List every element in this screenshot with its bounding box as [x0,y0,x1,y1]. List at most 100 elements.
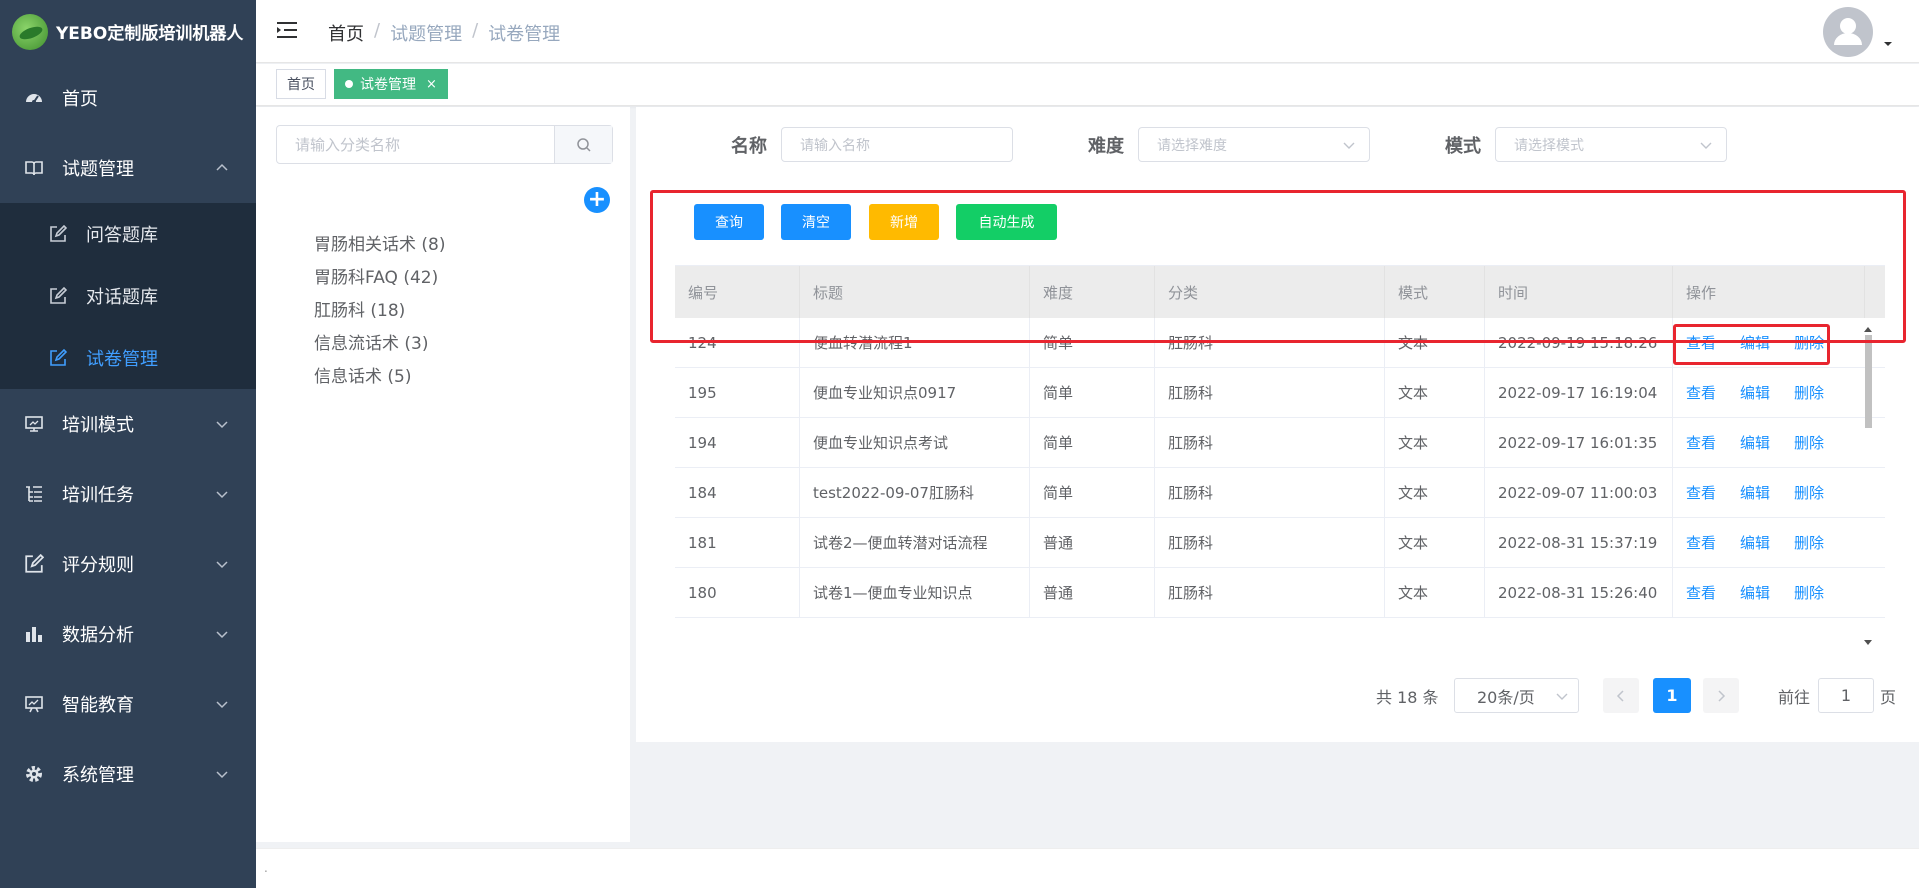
cell-category: 肛肠科 [1155,418,1385,467]
difficulty-select[interactable]: 请选择难度 [1138,127,1370,162]
search-button[interactable] [554,126,612,163]
tree-node[interactable]: 胃肠科FAQ (42) [314,262,445,295]
query-button[interactable]: 查询 [694,204,764,240]
screen-chart-icon [24,694,44,714]
tree-node[interactable]: 肛肠科 (18) [314,295,445,328]
view-link[interactable]: 查看 [1686,382,1716,403]
next-page-button[interactable] [1703,678,1739,713]
hamburger-icon[interactable] [276,20,298,40]
delete-link[interactable]: 删除 [1794,482,1824,503]
pagination-total: 共 18 条 [1376,687,1439,707]
delete-link[interactable]: 删除 [1794,332,1824,353]
mode-select[interactable]: 请选择模式 [1495,127,1727,162]
name-input[interactable]: 请输入名称 [781,127,1013,162]
breadcrumb: 首页 / 试题管理 / 试卷管理 [328,20,560,46]
submenu-question-management: 问答题库 对话题库 试卷管理 [0,203,256,389]
tree-node[interactable]: 胃肠相关话术 (8) [314,229,445,262]
column-header: 操作 [1673,266,1865,318]
close-icon[interactable]: × [426,77,437,92]
sidebar-item-label: 对话题库 [86,287,158,308]
edit-link[interactable]: 编辑 [1740,582,1770,603]
difficulty-select-placeholder: 请选择难度 [1157,137,1227,154]
view-link[interactable]: 查看 [1686,432,1716,453]
sidebar-item-label: 问答题库 [86,225,158,246]
caret-down-icon[interactable] [1883,40,1893,48]
delete-link[interactable]: 删除 [1794,582,1824,603]
cell-time: 2022-08-31 15:26:40 [1485,568,1673,617]
cell-difficulty: 简单 [1030,368,1155,417]
cell-category: 肛肠科 [1155,468,1385,517]
column-header: 时间 [1485,266,1673,318]
cell-difficulty: 普通 [1030,518,1155,567]
chevron-down-icon [216,771,228,779]
view-link[interactable]: 查看 [1686,482,1716,503]
breadcrumb-item-exam-management: 试卷管理 [488,24,561,45]
exam-list-panel: 名称 请输入名称 难度 请选择难度 模式 请选择模式 查询 清空 新增 自动生成… [636,107,1919,742]
gear-icon [24,764,44,784]
add-button[interactable]: 新增 [869,204,939,240]
name-input-placeholder: 请输入名称 [800,137,870,154]
breadcrumb-item-home[interactable]: 首页 [328,20,364,46]
sidebar-item-exam-management[interactable]: 试卷管理 [0,327,256,389]
delete-link[interactable]: 删除 [1794,532,1824,553]
auto-generate-button[interactable]: 自动生成 [956,204,1057,240]
page-size-select[interactable]: 20条/页 [1454,678,1579,713]
breadcrumb-separator: / [374,20,381,41]
clear-button[interactable]: 清空 [781,204,851,240]
book-icon [24,158,44,178]
sidebar-item-label: 培训任务 [62,485,134,506]
column-header: 标题 [800,266,1030,318]
table-row: 124 便血转潜流程1 简单 肛肠科 文本 2022-09-19 15:18:2… [675,318,1885,368]
sidebar-item-question-management[interactable]: 试题管理 [0,133,256,203]
edit-link[interactable]: 编辑 [1740,482,1770,503]
sidebar-item-dialog-bank[interactable]: 对话题库 [0,265,256,327]
page-number-current[interactable]: 1 [1653,678,1691,713]
sidebar-item-label: 数据分析 [62,625,134,646]
sidebar: YEBO定制版培训机器人 首页 试题管理 问答题库 对话题库 试卷管理 培训模式… [0,0,256,888]
chevron-down-icon [216,421,228,429]
goto-page-input[interactable]: 1 [1818,678,1874,713]
sidebar-item-system-management[interactable]: 系统管理 [0,739,256,809]
tag-exam-management[interactable]: 试卷管理 × [334,69,448,99]
sidebar-item-scoring-rules[interactable]: 评分规则 [0,529,256,599]
category-tree: 胃肠相关话术 (8) 胃肠科FAQ (42) 肛肠科 (18) 信息流话术 (3… [314,229,445,394]
sidebar-item-training-mode[interactable]: 培训模式 [0,389,256,459]
prev-page-button[interactable] [1603,678,1639,713]
sidebar-item-smart-education[interactable]: 智能教育 [0,669,256,739]
cell-category: 肛肠科 [1155,368,1385,417]
edit-link[interactable]: 编辑 [1740,382,1770,403]
avatar[interactable] [1823,7,1873,57]
edit-link[interactable]: 编辑 [1740,332,1770,353]
sidebar-item-data-analysis[interactable]: 数据分析 [0,599,256,669]
cell-difficulty: 简单 [1030,318,1155,367]
category-search-input[interactable] [277,126,554,163]
delete-link[interactable]: 删除 [1794,382,1824,403]
breadcrumb-item-question-management[interactable]: 试题管理 [390,20,462,46]
cell-time: 2022-09-17 16:19:04 [1485,368,1673,417]
tree-node[interactable]: 信息流话术 (3) [314,328,445,361]
add-category-button[interactable]: + [584,187,610,213]
cell-title: 试卷1—便血专业知识点 [800,568,1030,617]
tag-home[interactable]: 首页 [276,69,326,99]
edit-link[interactable]: 编辑 [1740,432,1770,453]
cell-id: 181 [675,518,800,567]
cell-mode: 文本 [1385,368,1485,417]
edit-link[interactable]: 编辑 [1740,532,1770,553]
sidebar-item-qa-bank[interactable]: 问答题库 [0,203,256,265]
sidebar-item-home[interactable]: 首页 [0,63,256,133]
view-link[interactable]: 查看 [1686,532,1716,553]
page-suffix: 页 [1880,687,1897,707]
column-header: 分类 [1155,266,1385,318]
view-link[interactable]: 查看 [1686,332,1716,353]
chevron-down-icon [1556,693,1568,700]
tree-node[interactable]: 信息话术 (5) [314,361,445,394]
cell-mode: 文本 [1385,318,1485,367]
difficulty-filter: 难度 请选择难度 [1088,127,1370,162]
app-title: YEBO定制版培训机器人 [56,24,244,44]
app-logo[interactable]: YEBO定制版培训机器人 [0,0,256,63]
cell-mode: 文本 [1385,468,1485,517]
sidebar-item-training-task[interactable]: 培训任务 [0,459,256,529]
view-link[interactable]: 查看 [1686,582,1716,603]
delete-link[interactable]: 删除 [1794,432,1824,453]
scrollbar-thumb[interactable] [1865,335,1872,428]
